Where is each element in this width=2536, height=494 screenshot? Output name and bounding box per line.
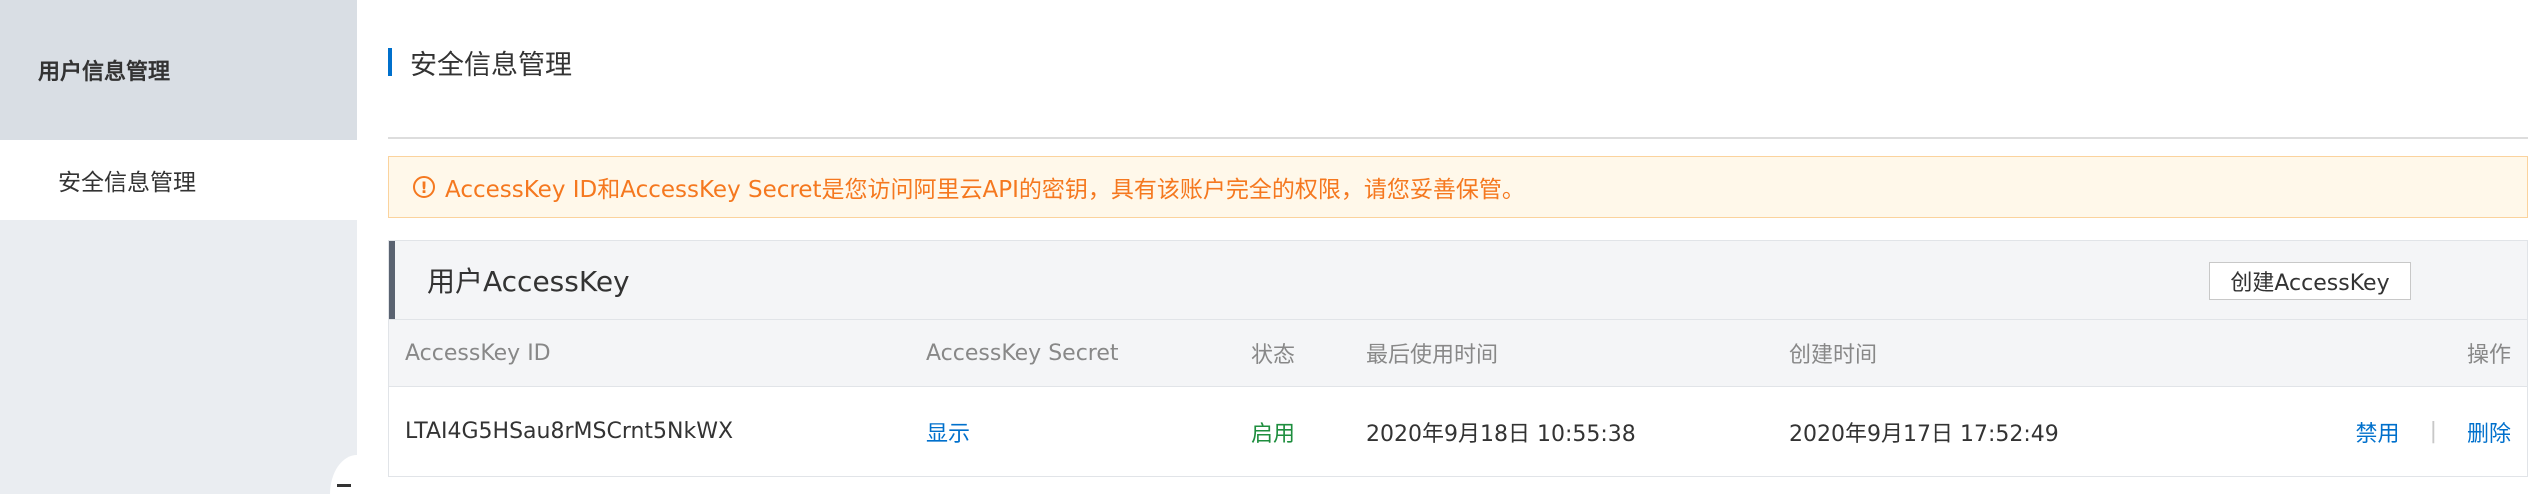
title-divider: [388, 137, 2528, 139]
column-header-actions: 操作: [2466, 343, 2511, 368]
app: 用户信息管理 安全信息管理 安全信息管理 ! AccessKey ID和Acce…: [0, 0, 2536, 494]
column-header-secret: AccessKey Secret: [926, 340, 1119, 366]
main-content: 安全信息管理 ! AccessKey ID和AccessKey Secret是您…: [388, 0, 2528, 494]
delete-link[interactable]: 删除: [2467, 416, 2511, 448]
warning-alert: ! AccessKey ID和AccessKey Secret是您访问阿里云AP…: [388, 156, 2528, 218]
table-row: LTAI4G5HSau8rMSCrnt5NkWX 显示 启用 2020年9月18…: [389, 387, 2527, 476]
last-used-time: 2020年9月18日 10:55:38: [1366, 421, 1636, 447]
sidebar-collapse-handle[interactable]: [330, 455, 357, 494]
sidebar-header: 用户信息管理: [0, 0, 357, 140]
created-time: 2020年9月17日 17:52:49: [1789, 421, 2059, 447]
disable-link[interactable]: 禁用: [2356, 416, 2400, 448]
page-title: 安全信息管理: [410, 49, 572, 81]
collapse-icon: [337, 484, 351, 487]
accesskey-panel: 用户AccessKey 创建AccessKey AccessKey ID Acc…: [388, 240, 2528, 477]
column-header-created: 创建时间: [1789, 343, 1878, 368]
sidebar-item-label: 安全信息管理: [58, 170, 196, 196]
create-accesskey-button[interactable]: 创建AccessKey: [2209, 262, 2411, 300]
alert-text: AccessKey ID和AccessKey Secret是您访问阿里云API的…: [445, 177, 1525, 203]
show-secret-link[interactable]: 显示: [926, 387, 970, 476]
row-actions: 禁用 | 删除: [2356, 387, 2511, 476]
column-header-last-used: 最后使用时间: [1366, 343, 1499, 368]
column-header-id: AccessKey ID: [405, 340, 551, 366]
status-badge: 启用: [1251, 421, 1296, 447]
table-header: AccessKey ID AccessKey Secret 状态 最后使用时间 …: [389, 319, 2527, 387]
title-accent-bar: [388, 48, 392, 76]
sidebar-item-security[interactable]: 安全信息管理: [0, 140, 357, 220]
column-header-status: 状态: [1251, 343, 1296, 368]
warning-icon: !: [413, 176, 435, 198]
action-separator: |: [2429, 419, 2437, 444]
panel-title: 用户AccessKey: [427, 265, 630, 298]
accesskey-id: LTAI4G5HSau8rMSCrnt5NkWX: [405, 419, 734, 444]
sidebar: 用户信息管理 安全信息管理: [0, 0, 357, 494]
page-title-row: 安全信息管理: [388, 38, 572, 86]
panel-header: 用户AccessKey 创建AccessKey: [389, 241, 2527, 319]
